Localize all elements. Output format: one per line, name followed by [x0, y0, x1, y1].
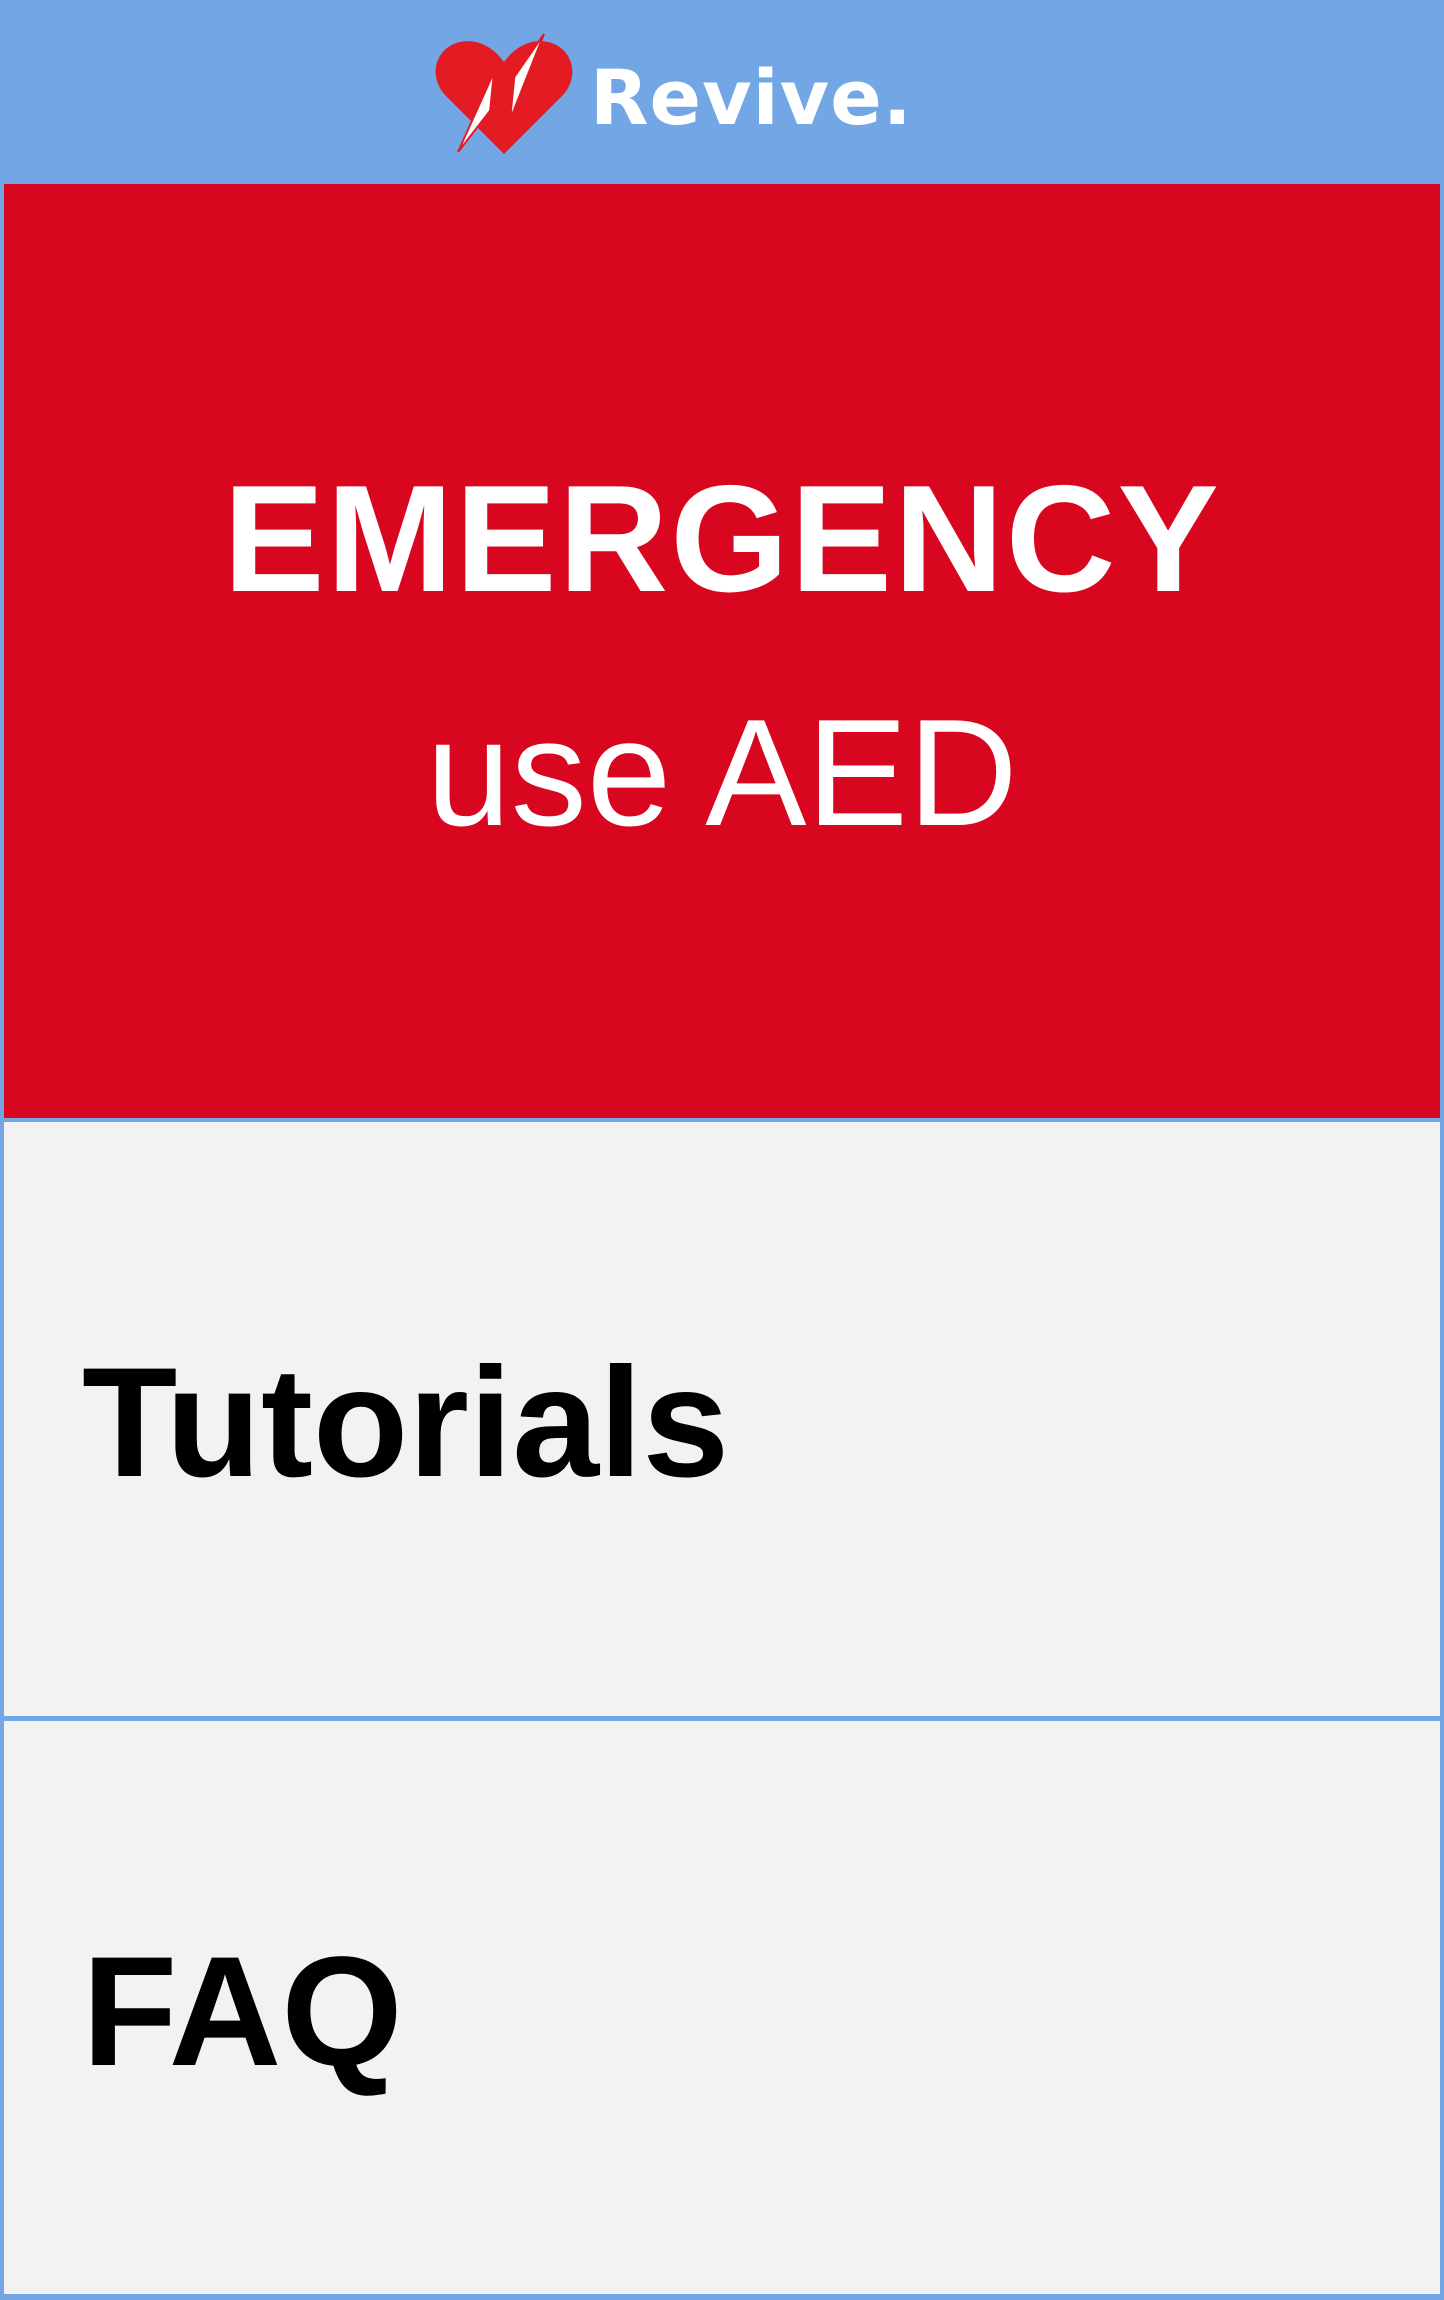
- tutorials-button[interactable]: Tutorials: [4, 1122, 1440, 1716]
- app-name: Revive.: [590, 53, 913, 142]
- faq-label: FAQ: [82, 1924, 403, 2099]
- tutorials-label: Tutorials: [82, 1336, 730, 1510]
- emergency-aed-button[interactable]: EMERGENCY use AED: [4, 184, 1440, 1118]
- faq-button[interactable]: FAQ: [4, 1721, 1440, 2294]
- app-header: Revive.: [0, 0, 1444, 184]
- app-logo: Revive.: [432, 28, 913, 160]
- app-screen: Revive. EMERGENCY use AED Tutorials FAQ: [0, 0, 1444, 2300]
- heart-lightning-icon: [435, 33, 573, 154]
- emergency-title: EMERGENCY: [223, 454, 1221, 624]
- emergency-subtitle: use AED: [426, 688, 1018, 858]
